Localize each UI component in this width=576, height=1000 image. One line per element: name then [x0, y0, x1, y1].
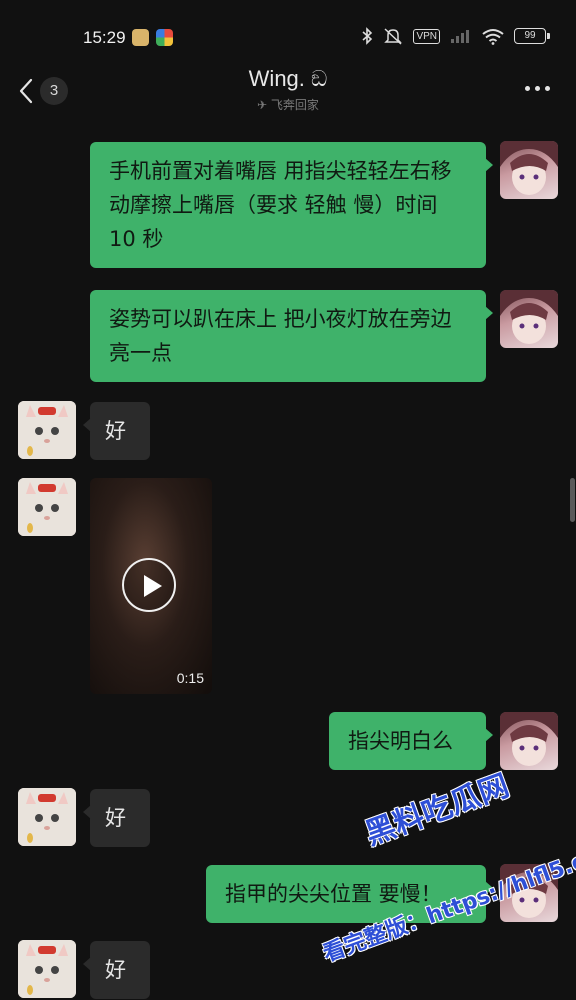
- watermark-site-name: 黑料吃瓜网: [358, 761, 514, 854]
- message-text: 姿势可以趴在床上 把小夜灯放在旁边 亮一点: [109, 307, 452, 365]
- friend-avatar[interactable]: [18, 478, 76, 536]
- battery-indicator: 99: [514, 28, 550, 44]
- chat-status-text: 飞奔回家: [270, 98, 319, 112]
- status-icons: VPN 99: [361, 27, 550, 45]
- message-text: 好: [105, 958, 126, 982]
- play-icon[interactable]: [122, 558, 176, 612]
- status-bar: 15:29 VPN 99: [0, 0, 576, 60]
- message-text: 指尖明白么: [348, 729, 453, 753]
- more-options-button[interactable]: [525, 86, 550, 91]
- message-text: 手机前置对着嘴唇 用指尖轻轻左右移动摩擦上嘴唇（要求 轻触 慢）时间 10 秒: [109, 159, 452, 251]
- incoming-message[interactable]: 好: [83, 941, 150, 999]
- message-text: 好: [105, 419, 126, 443]
- app-notification-icon: [132, 29, 149, 46]
- cat-avatar-image: [18, 940, 76, 998]
- chat-title[interactable]: Wing. ඞ: [0, 66, 576, 92]
- mute-icon: [384, 28, 403, 45]
- anime-avatar-image: [500, 712, 558, 766]
- watermark-title: 黑料吃瓜网: [360, 768, 514, 853]
- message-text: 好: [105, 806, 126, 830]
- incoming-message[interactable]: 好: [83, 402, 150, 460]
- video-message[interactable]: 0:15: [90, 478, 212, 694]
- chat-status-subtitle: ✈ 飞奔回家: [0, 96, 576, 113]
- more-dot-icon: [535, 86, 540, 91]
- video-duration: 0:15: [176, 670, 204, 686]
- cat-avatar-image: [18, 478, 76, 536]
- friend-avatar[interactable]: [18, 940, 76, 998]
- my-avatar[interactable]: [500, 141, 558, 199]
- my-avatar[interactable]: [500, 712, 558, 770]
- message-text: 指甲的尖尖位置 要慢！: [225, 882, 442, 906]
- scrollbar[interactable]: [570, 478, 575, 522]
- vpn-badge: VPN: [413, 28, 440, 44]
- chat-header: 3 Wing. ඞ ✈ 飞奔回家: [0, 60, 576, 126]
- wifi-icon: [482, 28, 504, 45]
- signal-icon: [451, 30, 469, 43]
- outgoing-message[interactable]: 指尖明白么: [329, 712, 493, 770]
- status-time: 15:29: [83, 28, 126, 47]
- outgoing-message[interactable]: 手机前置对着嘴唇 用指尖轻轻左右移动摩擦上嘴唇（要求 轻触 慢）时间 10 秒: [90, 142, 493, 268]
- app-notification-icon-2: [156, 29, 173, 46]
- incoming-message[interactable]: 好: [83, 789, 150, 847]
- my-avatar[interactable]: [500, 290, 558, 348]
- cat-avatar-image: [18, 788, 76, 846]
- bluetooth-icon: [362, 27, 373, 45]
- airplane-icon: ✈: [257, 98, 271, 112]
- friend-avatar[interactable]: [18, 788, 76, 846]
- outgoing-message[interactable]: 姿势可以趴在床上 把小夜灯放在旁边 亮一点: [90, 290, 493, 382]
- anime-avatar-image: [500, 290, 558, 344]
- friend-avatar[interactable]: [18, 401, 76, 459]
- more-dot-icon: [545, 86, 550, 91]
- more-dot-icon: [525, 86, 530, 91]
- cat-avatar-image: [18, 401, 76, 459]
- anime-avatar-image: [500, 141, 558, 195]
